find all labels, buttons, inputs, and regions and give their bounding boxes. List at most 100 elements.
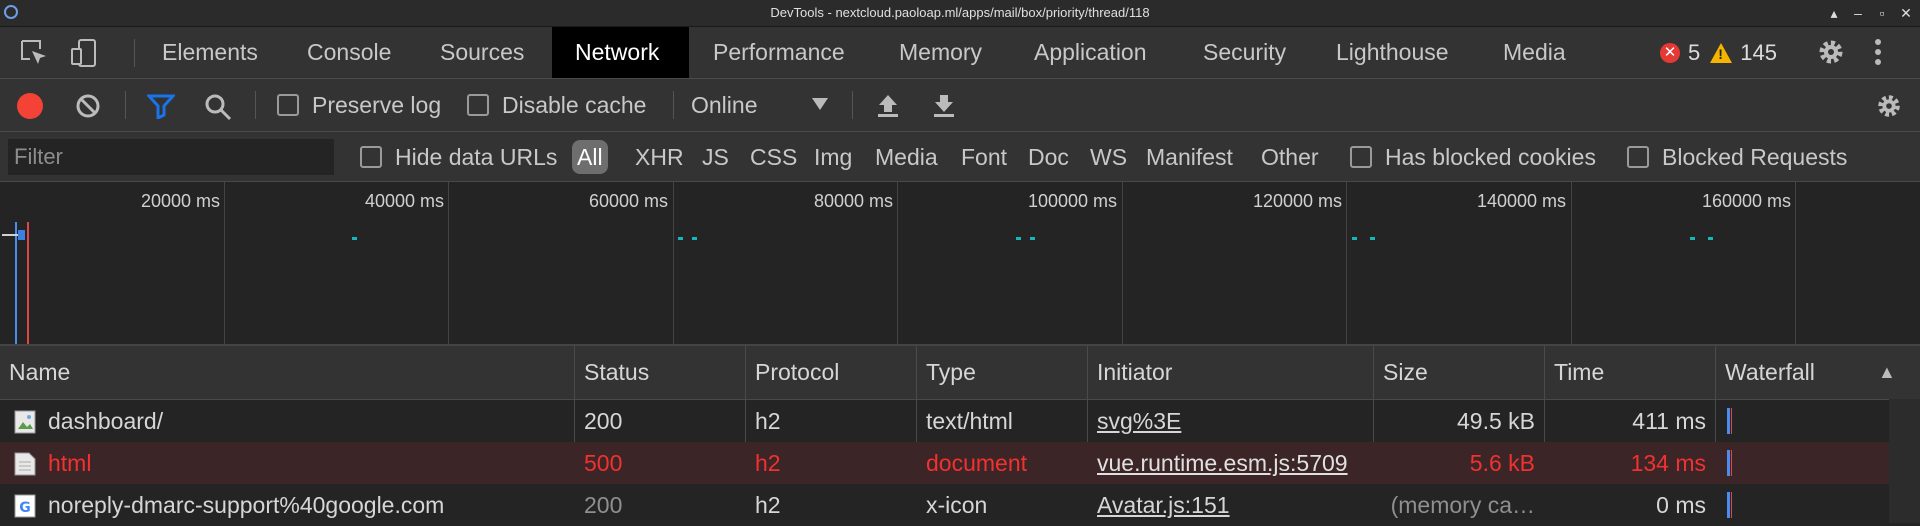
sort-ascending-icon[interactable]: ▲ [1878, 362, 1896, 383]
network-settings-gear-icon[interactable] [1874, 91, 1904, 121]
waterfall-load-line [1731, 492, 1732, 518]
filter-type-ws[interactable]: WS [1085, 140, 1132, 174]
tab-sources[interactable]: Sources [417, 27, 547, 78]
filter-type-manifest[interactable]: Manifest [1141, 140, 1238, 174]
request-size: 49.5 kB [1457, 408, 1535, 434]
filter-type-js[interactable]: JS [697, 140, 734, 174]
request-time: 0 ms [1656, 492, 1706, 518]
request-dot [1016, 237, 1021, 240]
request-dot [1370, 237, 1375, 240]
filter-icon[interactable] [147, 93, 175, 119]
timeline-tick-label: 60000 ms [588, 191, 668, 211]
filter-input[interactable] [8, 139, 334, 175]
filter-type-font[interactable]: Font [956, 140, 1012, 174]
tab-lighthouse[interactable]: Lighthouse [1313, 27, 1472, 78]
timeline-gridline [1346, 182, 1347, 344]
window-minimize-icon[interactable]: – [1848, 3, 1868, 23]
load-event-marker [27, 222, 29, 344]
request-status: 500 [584, 450, 623, 476]
record-icon[interactable] [16, 92, 44, 120]
window-expand-icon[interactable]: ▴ [1824, 3, 1844, 23]
filter-type-media[interactable]: Media [870, 140, 943, 174]
request-dot [352, 237, 357, 240]
tab-network[interactable]: Network [552, 27, 689, 78]
issue-counts[interactable]: ✕ 5 ! 145 [1660, 27, 1777, 78]
column-header-time[interactable]: Time [1545, 346, 1604, 399]
column-header-type[interactable]: Type [917, 346, 976, 399]
tab-memory[interactable]: Memory [876, 27, 1005, 78]
tab-media[interactable]: Media [1480, 27, 1589, 78]
filter-bar: Hide data URLs All XHR JS CSS Img Media … [0, 132, 1920, 182]
hide-data-urls-checkbox[interactable] [360, 146, 382, 168]
network-toolbar: Preserve log Disable cache Online [0, 79, 1920, 132]
request-protocol: h2 [755, 450, 781, 476]
request-name: noreply-dmarc-support%40google.com [48, 492, 445, 518]
filter-type-img[interactable]: Img [809, 140, 857, 174]
search-icon[interactable] [204, 93, 232, 121]
tab-performance[interactable]: Performance [690, 27, 868, 78]
table-row[interactable]: G noreply-dmarc-support%40google.com 200… [0, 484, 1920, 526]
timeline-tick-label: 40000 ms [364, 191, 444, 211]
request-initiator-link[interactable]: vue.runtime.esm.js:5709 [1088, 442, 1373, 484]
tab-security[interactable]: Security [1180, 27, 1309, 78]
request-name: html [48, 450, 92, 476]
request-initiator-link[interactable]: svg%3E [1088, 400, 1373, 442]
request-initiator-link[interactable]: Avatar.js:151 [1088, 484, 1373, 526]
warning-count: 145 [1740, 39, 1777, 65]
blocked-requests-checkbox[interactable] [1627, 146, 1649, 168]
filter-type-doc[interactable]: Doc [1023, 140, 1074, 174]
settings-gear-icon[interactable] [1815, 36, 1847, 68]
request-dot [678, 237, 683, 240]
table-row[interactable]: dashboard/ 200 h2 text/html svg%3E 49.5 … [0, 400, 1920, 442]
network-overview-timeline[interactable]: 20000 ms 40000 ms 60000 ms 80000 ms 1000… [0, 182, 1920, 346]
document-file-icon [14, 452, 36, 476]
table-scrollbar[interactable] [1889, 399, 1920, 523]
filter-type-xhr[interactable]: XHR [630, 140, 689, 174]
timeline-tick-label: 20000 ms [140, 191, 220, 211]
throttling-select[interactable]: Online [691, 92, 757, 119]
request-status: 200 [584, 492, 623, 518]
column-header-protocol[interactable]: Protocol [746, 346, 839, 399]
timeline-gridline [1571, 182, 1572, 344]
column-header-waterfall[interactable]: Waterfall [1716, 346, 1815, 399]
column-header-status[interactable]: Status [575, 346, 649, 399]
waterfall-load-line [1731, 408, 1732, 434]
timeline-tick-label: 120000 ms [1252, 191, 1342, 211]
request-size: (memory ca… [1390, 492, 1535, 518]
tab-application[interactable]: Application [1011, 27, 1170, 78]
filter-type-all[interactable]: All [572, 140, 608, 174]
request-type: text/html [926, 408, 1013, 434]
clear-icon[interactable] [75, 93, 101, 119]
device-toolbar-icon[interactable] [68, 37, 100, 69]
toolbar-separator [852, 91, 853, 119]
chevron-down-icon[interactable] [812, 98, 828, 110]
request-time: 134 ms [1630, 450, 1706, 476]
timeline-gridline [448, 182, 449, 344]
request-bar [18, 230, 25, 240]
tab-console[interactable]: Console [284, 27, 414, 78]
window-maximize-icon[interactable]: ▫ [1872, 3, 1892, 23]
timeline-gridline [673, 182, 674, 344]
tabbar-separator [134, 39, 135, 67]
requests-table-header: Name Status Protocol Type Initiator Size… [0, 346, 1920, 400]
column-header-name[interactable]: Name [0, 346, 70, 399]
export-har-icon[interactable] [931, 93, 957, 119]
svg-text:G: G [19, 500, 31, 516]
timeline-gridline [224, 182, 225, 344]
warning-icon: ! [1710, 42, 1733, 63]
inspect-element-icon[interactable] [18, 37, 50, 69]
more-options-icon[interactable] [1872, 36, 1884, 68]
column-header-initiator[interactable]: Initiator [1088, 346, 1172, 399]
disable-cache-checkbox[interactable] [467, 94, 489, 116]
table-row[interactable]: html 500 h2 document vue.runtime.esm.js:… [0, 442, 1920, 484]
window-close-icon[interactable]: ✕ [1896, 3, 1916, 23]
filter-type-other[interactable]: Other [1256, 140, 1324, 174]
import-har-icon[interactable] [875, 93, 901, 119]
preserve-log-checkbox[interactable] [277, 94, 299, 116]
request-dot [1708, 237, 1713, 240]
filter-type-css[interactable]: CSS [745, 140, 802, 174]
error-count: 5 [1688, 39, 1701, 65]
tab-elements[interactable]: Elements [139, 27, 281, 78]
column-header-size[interactable]: Size [1374, 346, 1428, 399]
has-blocked-cookies-checkbox[interactable] [1350, 146, 1372, 168]
